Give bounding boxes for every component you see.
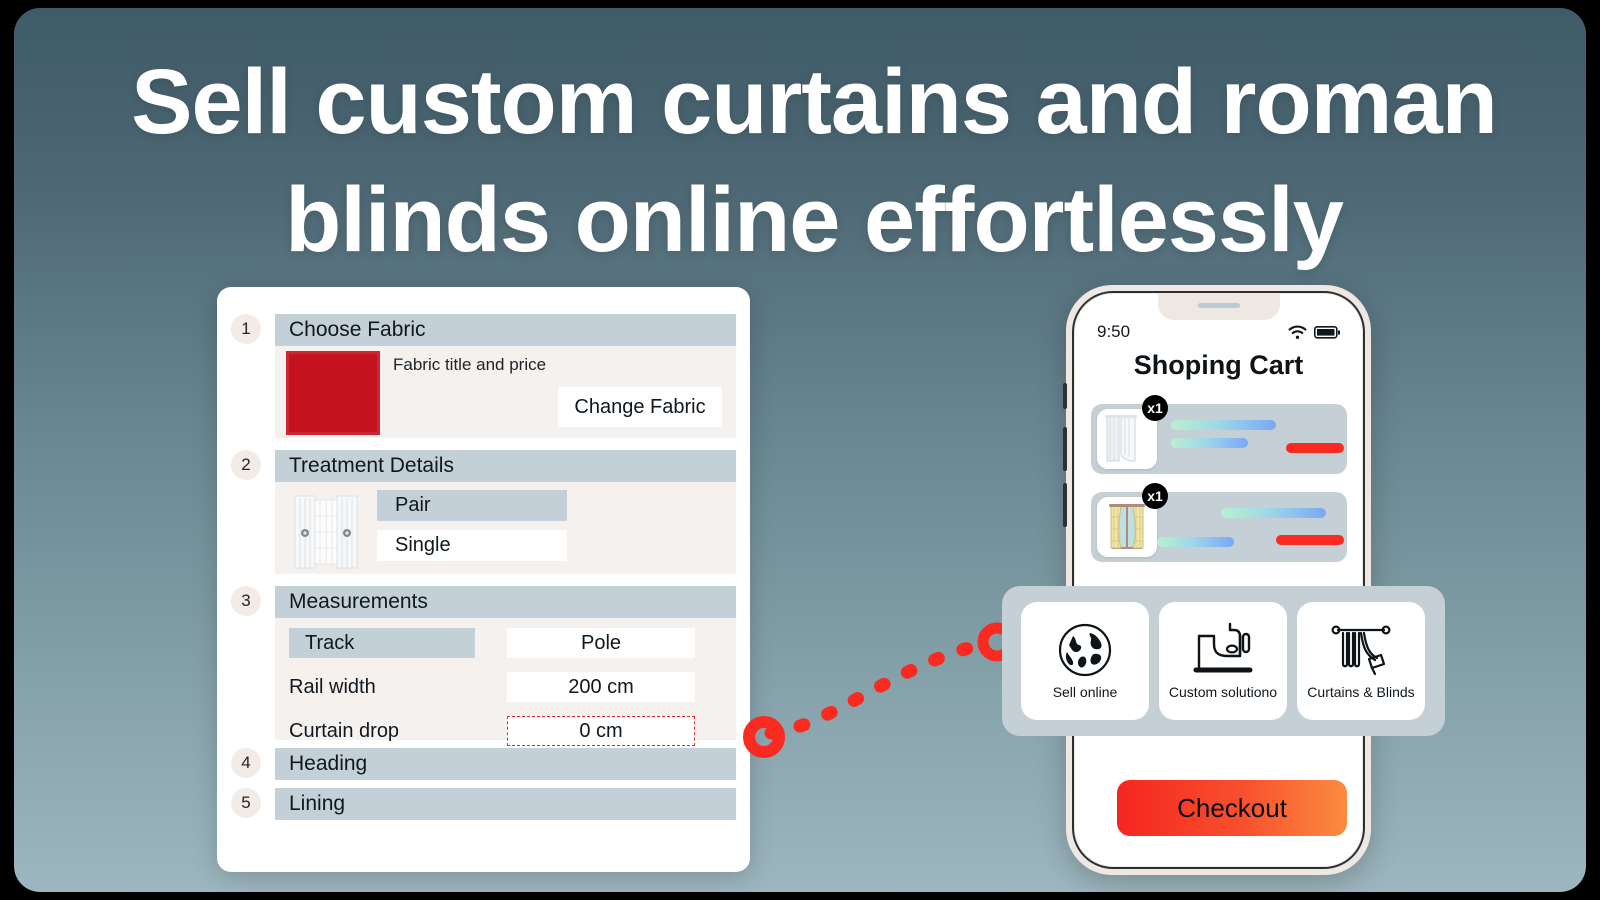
step-3-body: Track Pole Rail width 200 cm Curtain dro…: [275, 618, 736, 746]
step-1-body: Fabric title and price Change Fabric: [275, 346, 736, 438]
curtain-drop-label: Curtain drop: [289, 720, 400, 742]
step-1-number: 1: [231, 314, 261, 344]
step-treatment-details: 2 Treatment Details Pair Single: [231, 450, 736, 574]
pole-value[interactable]: Pole: [507, 628, 695, 658]
fabric-swatch[interactable]: [286, 351, 380, 435]
feature-label: Custom solutiono: [1168, 684, 1278, 700]
curtain-pair-icon: [294, 495, 358, 569]
feature-cards-panel: Sell online Custom solutiono Curtains & …: [1002, 586, 1445, 736]
phone-frame-edge: [1072, 291, 1365, 869]
step-1-title: Choose Fabric: [275, 314, 736, 346]
dashed-arrow-connector: [743, 622, 1017, 758]
phone-volume-down-button[interactable]: [1063, 483, 1067, 527]
rail-width-input[interactable]: 200 cm: [507, 672, 695, 702]
step-choose-fabric: 1 Choose Fabric Fabric title and price C…: [231, 314, 736, 438]
fabric-title-price-label: Fabric title and price: [393, 355, 547, 374]
step-2-body: Pair Single: [275, 482, 736, 574]
page-title: Sell custom curtains and roman blinds on…: [74, 44, 1554, 280]
globe-icon: [1058, 623, 1112, 677]
feature-label: Sell online: [1052, 684, 1118, 700]
phone-mute-button[interactable]: [1063, 383, 1067, 409]
step-1-header[interactable]: 1 Choose Fabric: [231, 314, 736, 346]
phone-volume-up-button[interactable]: [1063, 427, 1067, 471]
step-lining: 5 Lining: [231, 788, 736, 820]
treatment-option-single[interactable]: Single: [377, 530, 567, 561]
step-3-title: Measurements: [275, 586, 736, 618]
measurement-row-rail-width: Rail width 200 cm: [275, 672, 736, 706]
screenshot-stage: Sell custom curtains and roman blinds on…: [0, 0, 1600, 900]
step-2-number: 2: [231, 450, 261, 480]
step-3-number: 3: [231, 586, 261, 616]
step-4-number: 4: [231, 748, 261, 778]
background-gradient: Sell custom curtains and roman blinds on…: [14, 8, 1586, 892]
step-measurements: 3 Measurements Track Pole Rail width 200…: [231, 586, 736, 746]
sewing-machine-icon: [1193, 622, 1253, 673]
step-3-header[interactable]: 3 Measurements: [231, 586, 736, 618]
change-fabric-button[interactable]: Change Fabric: [558, 387, 722, 427]
curtain-rod-icon: [1331, 625, 1391, 676]
step-5-title: Lining: [275, 788, 736, 820]
track-label[interactable]: Track: [289, 628, 475, 658]
feature-card-sell-online[interactable]: Sell online: [1021, 602, 1149, 720]
feature-card-curtains-blinds[interactable]: Curtains & Blinds: [1297, 602, 1425, 720]
curtain-drop-input[interactable]: 0 cm: [507, 716, 695, 746]
step-heading: 4 Heading: [231, 748, 736, 780]
treatment-option-pair[interactable]: Pair: [377, 490, 567, 521]
headline-line-2: blinds online effortlessly: [285, 168, 1344, 271]
phone-mockup: 9:50 Shoping Cart x1 x1 Checkout: [1063, 285, 1371, 875]
step-4-header[interactable]: 4 Heading: [231, 748, 736, 780]
step-5-number: 5: [231, 788, 261, 818]
step-4-title: Heading: [275, 748, 736, 780]
measurement-row-track: Track Pole: [275, 628, 736, 662]
feature-card-custom-solutions[interactable]: Custom solutiono: [1159, 602, 1287, 720]
measurement-row-curtain-drop: Curtain drop 0 cm: [275, 716, 736, 750]
headline-line-1: Sell custom curtains and roman: [131, 51, 1498, 153]
step-2-header[interactable]: 2 Treatment Details: [231, 450, 736, 482]
step-5-header[interactable]: 5 Lining: [231, 788, 736, 820]
step-2-title: Treatment Details: [275, 450, 736, 482]
feature-label: Curtains & Blinds: [1307, 684, 1415, 700]
rail-width-label: Rail width: [289, 676, 376, 698]
curtain-configurator-card: 1 Choose Fabric Fabric title and price C…: [217, 287, 750, 872]
